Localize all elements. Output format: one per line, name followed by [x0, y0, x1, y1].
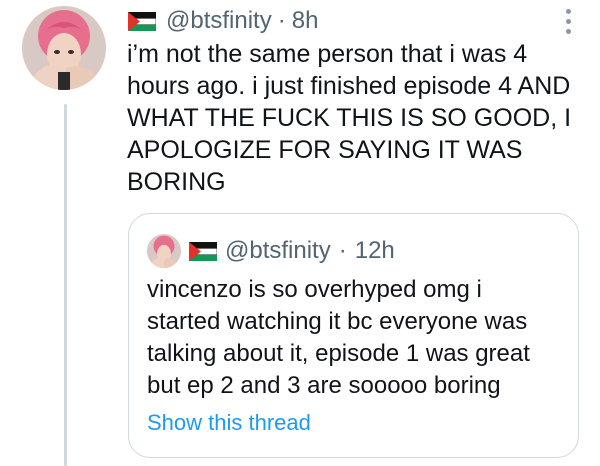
- tweet-text-line: BORING: [127, 168, 226, 196]
- tweet-text-line: WHAT THE FUCK THIS IS SO GOOD, I: [127, 104, 572, 132]
- palestine-flag-icon: [128, 11, 156, 31]
- tweet-header: @btsfinity · 8h: [128, 6, 318, 36]
- quoted-tweet-handle: @btsfinity: [225, 237, 331, 264]
- more-options-icon[interactable]: [560, 6, 576, 36]
- quoted-avatar: [147, 234, 181, 268]
- quoted-tweet-text: vincenzo is so overhyped omg i started w…: [147, 274, 567, 402]
- tweet-timestamp[interactable]: 8h: [292, 7, 319, 35]
- thread-connector-line: [64, 104, 67, 466]
- tweet-text: i’m not the same person that i was 4 hou…: [127, 38, 587, 198]
- avatar-image-icon: [147, 234, 181, 268]
- quoted-tweet-card[interactable]: @btsfinity · 12h vincenzo is so overhype…: [128, 213, 579, 458]
- quoted-text-line: started watching it bc everyone was: [147, 308, 528, 335]
- quoted-text-line: talking about it, episode 1 was great: [147, 340, 530, 367]
- tweet-text-line: APOLOGIZE FOR SAYING IT WAS: [127, 136, 523, 164]
- separator-dot: ·: [338, 237, 347, 264]
- palestine-flag-icon: [189, 241, 217, 261]
- quoted-text-line: but ep 2 and 3 are sooooo boring: [147, 372, 501, 399]
- tweet-handle[interactable]: @btsfinity: [166, 7, 272, 35]
- quoted-text-line: vincenzo is so overhyped omg i: [147, 276, 482, 303]
- show-this-thread-link[interactable]: Show this thread: [147, 410, 311, 436]
- avatar-image-icon: [22, 6, 106, 90]
- tweet-text-line: hours ago. i just finished episode 4 AND: [127, 72, 571, 100]
- tweet-text-line: i’m not the same person that i was 4: [127, 40, 528, 68]
- quoted-tweet-timestamp: 12h: [354, 237, 395, 264]
- separator-dot: ·: [277, 7, 286, 34]
- avatar[interactable]: [22, 6, 106, 90]
- quoted-tweet-header: @btsfinity · 12h: [147, 234, 395, 268]
